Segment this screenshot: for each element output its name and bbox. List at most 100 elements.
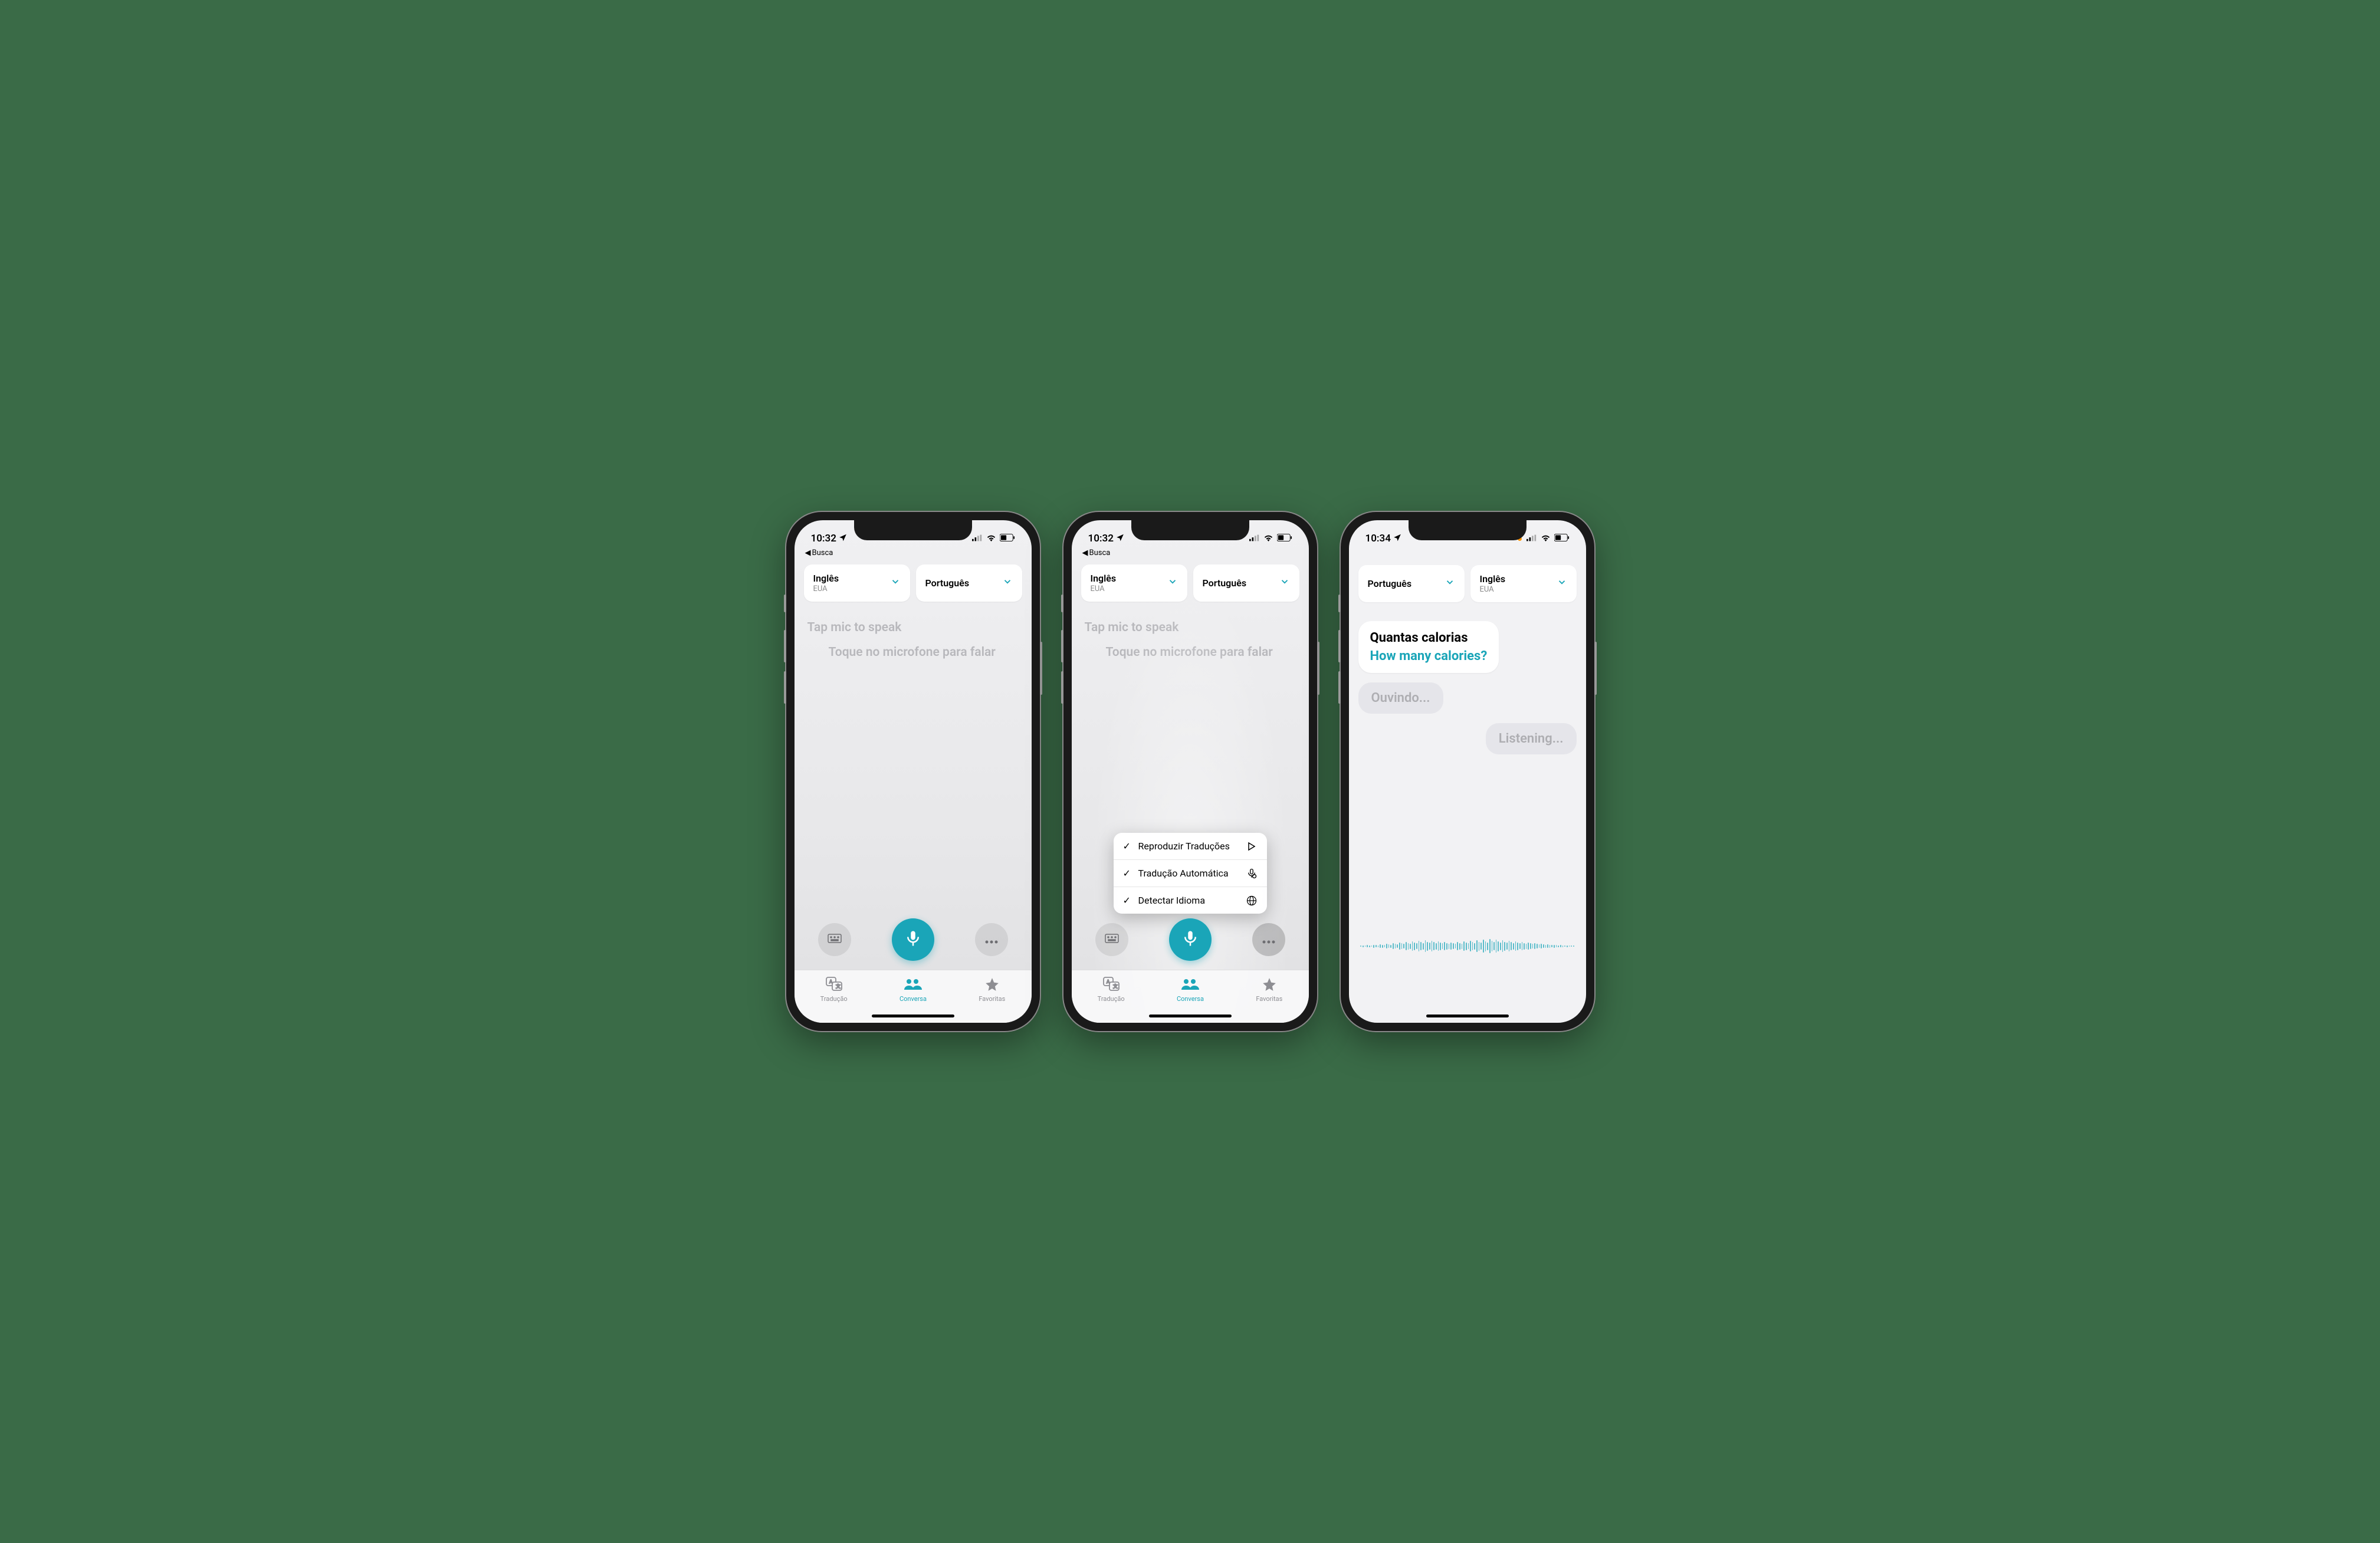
chevron-down-icon bbox=[1167, 576, 1178, 590]
menu-detect-language[interactable]: ✓ Detectar Idioma bbox=[1114, 887, 1267, 914]
chevron-down-icon bbox=[1445, 577, 1455, 590]
location-icon bbox=[839, 533, 847, 544]
tab-label: Tradução bbox=[820, 995, 848, 1003]
cellular-icon bbox=[1249, 533, 1260, 544]
home-indicator[interactable] bbox=[1426, 1015, 1509, 1017]
tab-label: Tradução bbox=[1098, 995, 1125, 1003]
notch bbox=[1131, 520, 1249, 540]
keyboard-icon bbox=[1105, 933, 1119, 947]
listening-bubble-right: Listening... bbox=[1486, 723, 1577, 754]
tab-translation[interactable]: A文 Tradução bbox=[1098, 976, 1125, 1003]
more-icon bbox=[1262, 933, 1275, 947]
battery-icon bbox=[1000, 533, 1015, 544]
tab-conversation[interactable]: Conversa bbox=[1177, 976, 1204, 1003]
target-language-region: EUA bbox=[1480, 585, 1506, 594]
back-to-search[interactable]: ◀ Busca bbox=[1072, 549, 1309, 557]
menu-auto-translate[interactable]: ✓ Tradução Automática bbox=[1114, 860, 1267, 887]
target-language-selector[interactable]: Inglês EUA bbox=[1470, 565, 1577, 602]
source-language-region: EUA bbox=[1091, 585, 1117, 593]
tab-label: Favoritas bbox=[1256, 995, 1282, 1003]
tab-label: Conversa bbox=[1177, 995, 1204, 1003]
prompt-portuguese: Toque no microfone para falar bbox=[1085, 645, 1296, 659]
checkmark-icon: ✓ bbox=[1123, 868, 1132, 879]
checkmark-icon: ✓ bbox=[1123, 841, 1132, 852]
tab-label: Conversa bbox=[900, 995, 927, 1003]
menu-label: Detectar Idioma bbox=[1138, 895, 1240, 906]
more-options-button[interactable] bbox=[975, 923, 1008, 956]
svg-text:文: 文 bbox=[1113, 983, 1118, 989]
keyboard-button[interactable] bbox=[1095, 923, 1128, 956]
conversation-icon bbox=[904, 976, 922, 993]
star-icon bbox=[1262, 976, 1277, 993]
conversation-icon bbox=[1181, 976, 1199, 993]
tab-bar: A文 Tradução Conversa Favoritas bbox=[1072, 970, 1309, 1023]
target-language-name: Inglês bbox=[1480, 573, 1506, 585]
wifi-icon bbox=[1541, 533, 1551, 544]
source-language-name: Inglês bbox=[1091, 573, 1117, 584]
microphone-icon bbox=[904, 930, 922, 950]
target-language-selector[interactable]: Português bbox=[1193, 564, 1299, 602]
play-icon bbox=[1246, 842, 1258, 851]
back-label: Busca bbox=[1089, 549, 1111, 557]
target-language-selector[interactable]: Português bbox=[916, 564, 1022, 602]
listening-label: Listening... bbox=[1499, 731, 1564, 746]
microphone-button[interactable] bbox=[1169, 918, 1212, 961]
cellular-icon bbox=[972, 533, 983, 544]
source-language-selector[interactable]: Português bbox=[1358, 565, 1465, 602]
mic-auto-icon bbox=[1246, 868, 1258, 879]
more-options-button[interactable] bbox=[1252, 923, 1285, 956]
microphone-button[interactable] bbox=[892, 918, 934, 961]
tab-favorites[interactable]: Favoritas bbox=[979, 976, 1005, 1003]
svg-text:A: A bbox=[1107, 979, 1110, 984]
more-icon bbox=[985, 933, 998, 947]
wifi-icon bbox=[986, 533, 996, 544]
prompt-portuguese: Toque no microfone para falar bbox=[807, 645, 1019, 659]
tab-translation[interactable]: A文 Tradução bbox=[820, 976, 848, 1003]
listening-label: Ouvindo... bbox=[1371, 691, 1430, 705]
back-to-search[interactable]: ◀ Busca bbox=[795, 549, 1032, 557]
prompt-english: Tap mic to speak bbox=[807, 621, 1019, 635]
battery-icon bbox=[1554, 533, 1570, 544]
phone-screenshot-2: 10:32 ◀ Busca bbox=[1063, 512, 1317, 1031]
translated-text: How many calories? bbox=[1370, 649, 1488, 664]
back-label: Busca bbox=[812, 549, 833, 557]
audio-waveform bbox=[1349, 934, 1586, 958]
phone-screenshot-3: 10:34 Português bbox=[1341, 512, 1594, 1031]
menu-label: Tradução Automática bbox=[1138, 868, 1240, 879]
target-language-name: Português bbox=[925, 577, 970, 589]
battery-icon bbox=[1277, 533, 1292, 544]
source-language-selector[interactable]: Inglês EUA bbox=[804, 564, 910, 602]
chevron-down-icon bbox=[1557, 577, 1567, 590]
chevron-down-icon bbox=[890, 576, 901, 590]
menu-play-translations[interactable]: ✓ Reproduzir Traduções bbox=[1114, 833, 1267, 860]
translation-bubble[interactable]: Quantas calorias How many calories? bbox=[1358, 621, 1499, 673]
status-time: 10:32 bbox=[811, 533, 836, 544]
svg-text:A: A bbox=[829, 979, 833, 984]
status-time: 10:34 bbox=[1365, 533, 1391, 544]
location-icon bbox=[1116, 533, 1124, 544]
source-text: Quantas calorias bbox=[1370, 631, 1488, 645]
home-indicator[interactable] bbox=[872, 1015, 954, 1017]
notch bbox=[1409, 520, 1527, 540]
tab-label: Favoritas bbox=[979, 995, 1005, 1003]
chevron-down-icon bbox=[1002, 576, 1013, 590]
keyboard-button[interactable] bbox=[818, 923, 851, 956]
tab-conversation[interactable]: Conversa bbox=[900, 976, 927, 1003]
back-chevron-icon: ◀ bbox=[1082, 549, 1088, 557]
source-language-selector[interactable]: Inglês EUA bbox=[1081, 564, 1187, 602]
options-menu: ✓ Reproduzir Traduções ✓ Tradução Automá… bbox=[1114, 833, 1267, 914]
source-language-region: EUA bbox=[813, 585, 839, 593]
notch bbox=[854, 520, 972, 540]
target-language-name: Português bbox=[1203, 577, 1247, 589]
location-icon bbox=[1393, 533, 1401, 544]
wifi-icon bbox=[1263, 533, 1273, 544]
keyboard-icon bbox=[828, 933, 842, 947]
cellular-icon bbox=[1527, 533, 1537, 544]
tab-bar: A文 Tradução Conversa Favoritas bbox=[795, 970, 1032, 1023]
source-language-name: Inglês bbox=[813, 573, 839, 584]
phone-screenshot-1: 10:32 ◀ Busca bbox=[786, 512, 1040, 1031]
home-indicator[interactable] bbox=[1149, 1015, 1232, 1017]
source-language-name: Português bbox=[1368, 578, 1412, 589]
globe-icon bbox=[1246, 895, 1258, 906]
tab-favorites[interactable]: Favoritas bbox=[1256, 976, 1282, 1003]
